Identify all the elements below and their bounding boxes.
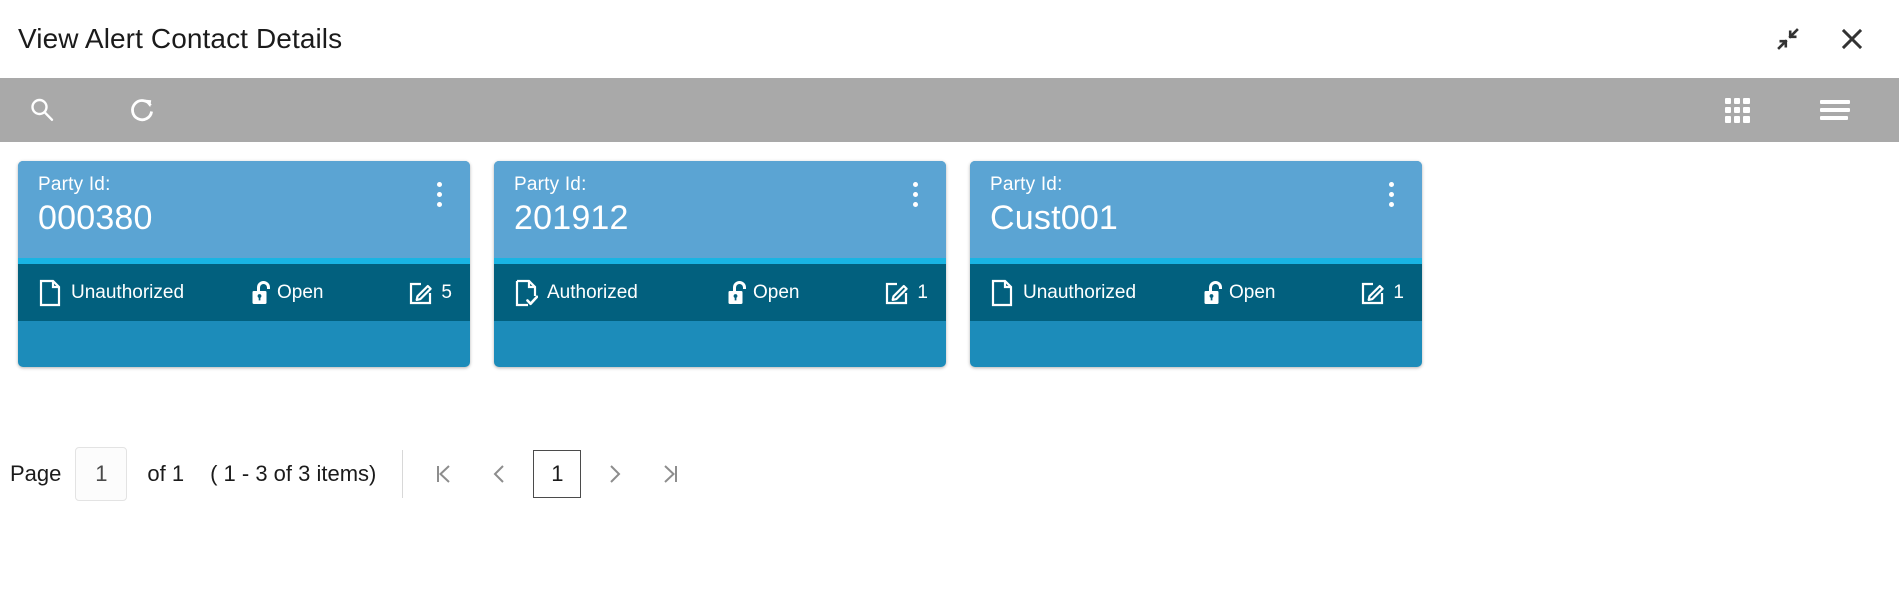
unlock-icon bbox=[1202, 279, 1228, 307]
party-card[interactable]: Party Id: Cust001 Unauthorized Open 1 bbox=[970, 161, 1422, 367]
previous-page-icon bbox=[487, 462, 511, 486]
minimize-button[interactable] bbox=[1771, 22, 1805, 56]
edit-icon bbox=[408, 280, 434, 306]
refresh-button[interactable] bbox=[122, 90, 162, 130]
close-button[interactable] bbox=[1835, 22, 1869, 56]
list-view-button[interactable] bbox=[1815, 90, 1855, 130]
grid-view-button[interactable] bbox=[1717, 90, 1757, 130]
document-icon bbox=[990, 279, 1014, 307]
page-total-label: of 1 bbox=[147, 461, 185, 486]
auth-status-label: Unauthorized bbox=[1023, 282, 1137, 303]
edit-icon bbox=[1360, 280, 1386, 306]
next-page-icon bbox=[603, 462, 627, 486]
last-page-button[interactable] bbox=[643, 447, 699, 501]
lock-status-label: Open bbox=[1229, 282, 1276, 303]
auth-status: Unauthorized bbox=[990, 279, 1202, 307]
party-card[interactable]: Party Id: 201912 Authorized Open 1 bbox=[494, 161, 946, 367]
auth-status: Unauthorized bbox=[38, 279, 250, 307]
lock-status-label: Open bbox=[277, 282, 324, 303]
card-header: Party Id: Cust001 bbox=[970, 161, 1422, 258]
card-field-label: Party Id: bbox=[38, 174, 111, 195]
lock-status: Open bbox=[1202, 279, 1275, 307]
close-icon bbox=[1841, 28, 1863, 50]
first-page-button[interactable] bbox=[415, 447, 471, 501]
card-header: Party Id: 000380 bbox=[18, 161, 470, 258]
kebab-menu-icon[interactable] bbox=[1380, 177, 1402, 211]
lock-status: Open bbox=[726, 279, 799, 307]
page-title: View Alert Contact Details bbox=[18, 23, 343, 54]
card-status-bar: Unauthorized Open bbox=[18, 264, 470, 321]
page-input[interactable] bbox=[75, 447, 128, 501]
toolbar-left-group bbox=[22, 90, 162, 130]
edit-count[interactable]: 1 bbox=[884, 280, 928, 306]
window-titlebar: View Alert Contact Details bbox=[0, 0, 1899, 78]
kebab-menu-icon[interactable] bbox=[904, 177, 926, 211]
cards-container: Party Id: 000380 Unauthorized Open 5 Par… bbox=[0, 142, 1899, 382]
card-header: Party Id: 201912 bbox=[494, 161, 946, 258]
page-label: Page bbox=[10, 461, 62, 486]
next-page-button[interactable] bbox=[587, 447, 643, 501]
party-card[interactable]: Party Id: 000380 Unauthorized Open 5 bbox=[18, 161, 470, 367]
pagination-divider bbox=[402, 450, 404, 498]
card-field-value: 201912 bbox=[514, 199, 629, 237]
edit-icon bbox=[884, 280, 910, 306]
list-view-icon bbox=[1820, 100, 1850, 120]
auth-status: Authorized bbox=[514, 279, 726, 307]
edit-count[interactable]: 5 bbox=[408, 280, 452, 306]
edit-count[interactable]: 1 bbox=[1360, 280, 1404, 306]
current-page-button[interactable]: 1 bbox=[533, 450, 582, 498]
card-field-label: Party Id: bbox=[514, 174, 587, 195]
action-toolbar bbox=[0, 78, 1899, 142]
edit-count-value: 1 bbox=[1393, 282, 1404, 303]
refresh-icon bbox=[127, 95, 157, 125]
edit-count-value: 1 bbox=[917, 282, 928, 303]
auth-status-label: Authorized bbox=[547, 282, 638, 303]
card-field-label: Party Id: bbox=[990, 174, 1063, 195]
pagination-nav: 1 bbox=[415, 447, 699, 501]
toolbar-right-group bbox=[1717, 90, 1879, 130]
window-controls bbox=[1771, 22, 1877, 56]
collapse-arrows-icon bbox=[1777, 28, 1799, 50]
items-range-label: ( 1 - 3 of 3 items) bbox=[210, 461, 377, 486]
search-icon bbox=[28, 96, 56, 124]
lock-status-label: Open bbox=[753, 282, 800, 303]
document-icon bbox=[38, 279, 62, 307]
last-page-icon bbox=[659, 462, 683, 486]
lock-status: Open bbox=[250, 279, 323, 307]
card-status-bar: Unauthorized Open bbox=[970, 264, 1422, 321]
card-field-value: 000380 bbox=[38, 199, 153, 237]
view-alert-contact-details-window: View Alert Contact Details Party Id: 000… bbox=[0, 0, 1899, 590]
kebab-menu-icon[interactable] bbox=[428, 177, 450, 211]
unlock-icon bbox=[726, 279, 752, 307]
card-status-bar: Authorized Open 1 bbox=[494, 264, 946, 321]
auth-status-label: Unauthorized bbox=[71, 282, 185, 303]
first-page-icon bbox=[431, 462, 455, 486]
search-button[interactable] bbox=[22, 90, 62, 130]
document-check-icon bbox=[514, 279, 538, 307]
unlock-icon bbox=[250, 279, 276, 307]
card-field-value: Cust001 bbox=[990, 199, 1119, 237]
edit-count-value: 5 bbox=[441, 282, 452, 303]
pagination: Page of 1 ( 1 - 3 of 3 items) bbox=[0, 446, 1899, 502]
grid-view-icon bbox=[1724, 97, 1750, 123]
previous-page-button[interactable] bbox=[471, 447, 527, 501]
